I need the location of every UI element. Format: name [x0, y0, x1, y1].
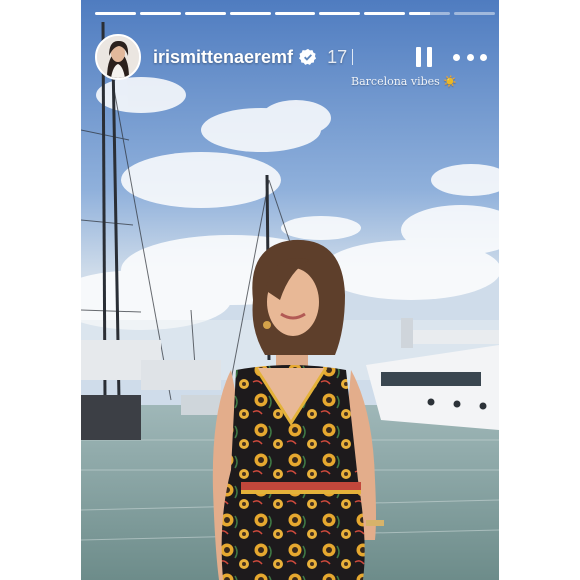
more-options-button[interactable]: [453, 42, 487, 72]
progress-segment: [184, 12, 226, 15]
divider: [352, 49, 354, 65]
progress-segment: [229, 12, 271, 15]
progress-segment: [319, 12, 361, 15]
avatar[interactable]: [95, 34, 141, 80]
story-progress-bar: [95, 12, 496, 15]
pause-button[interactable]: [409, 42, 439, 72]
verified-badge-icon: [299, 48, 317, 65]
progress-segment: [454, 12, 496, 15]
story-header: irismittenaeremf 17: [95, 34, 487, 80]
story-viewer: irismittenaeremf 17 Barcelona vibes ☀️: [81, 0, 499, 580]
progress-segment: [274, 12, 316, 15]
progress-segment-current: [409, 12, 451, 15]
timestamp: 17: [327, 46, 348, 67]
progress-segment: [139, 12, 181, 15]
more-options-icon: [453, 53, 460, 61]
progress-segment: [364, 12, 406, 15]
username[interactable]: irismittenaeremf: [153, 47, 293, 68]
story-caption: Barcelona vibes ☀️: [351, 75, 457, 88]
pause-icon: [416, 47, 421, 67]
progress-segment: [95, 12, 136, 15]
